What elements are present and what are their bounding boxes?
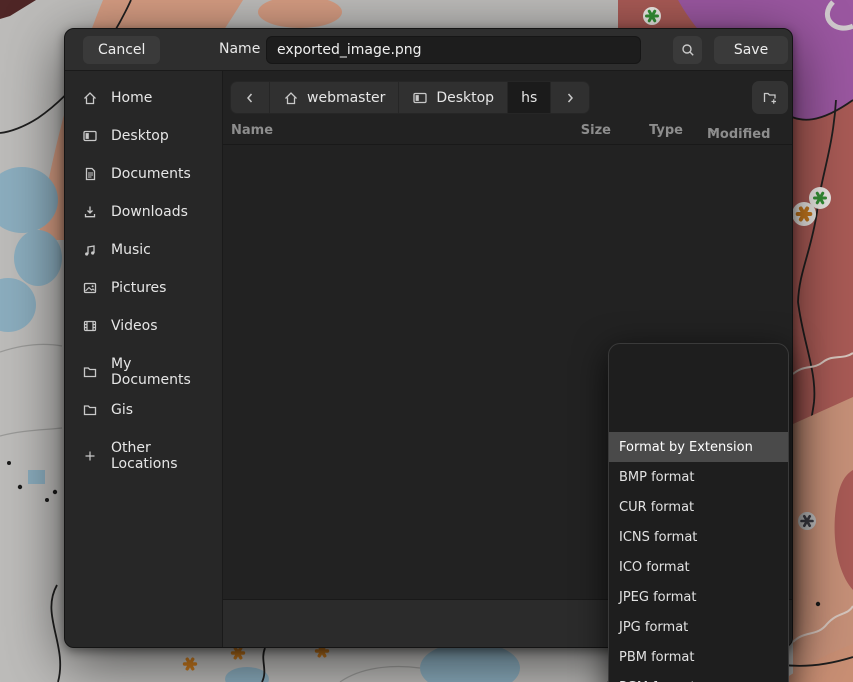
breadcrumb-segment-webmaster[interactable]: webmaster bbox=[270, 82, 399, 113]
menu-item-jpeg-format[interactable]: JPEG format bbox=[609, 582, 788, 612]
menu-spacer bbox=[609, 344, 788, 432]
chevron-left-icon bbox=[242, 90, 258, 106]
breadcrumb-label: webmaster bbox=[307, 90, 385, 106]
chevron-right-icon bbox=[562, 90, 578, 106]
new-folder-button[interactable] bbox=[752, 81, 788, 114]
file-list-header: Name Size Type Modified bbox=[223, 119, 792, 145]
home-icon bbox=[283, 90, 299, 106]
places-sidebar: Home Desktop Documents bbox=[65, 71, 223, 647]
cancel-button[interactable]: Cancel bbox=[83, 36, 160, 64]
sidebar-item-label: Videos bbox=[111, 318, 158, 334]
menu-item-bmp-format[interactable]: BMP format bbox=[609, 462, 788, 492]
menu-item-format-by-extension[interactable]: Format by Extension bbox=[609, 432, 788, 462]
sidebar-item-label: My Documents bbox=[111, 356, 205, 388]
sidebar-item-music[interactable]: Music bbox=[65, 231, 222, 269]
desktop-icon bbox=[82, 128, 98, 144]
orange-star-marker-icon bbox=[233, 648, 244, 658]
menu-item-jpg-format[interactable]: JPG format bbox=[609, 612, 788, 642]
sidebar-item-label: Music bbox=[111, 242, 151, 258]
column-header-type[interactable]: Type bbox=[627, 123, 683, 138]
orange-star-marker-icon bbox=[185, 659, 196, 669]
search-button[interactable] bbox=[673, 36, 702, 64]
path-row: webmaster Desktop hs bbox=[223, 71, 792, 119]
column-header-name[interactable]: Name bbox=[231, 123, 273, 138]
save-button[interactable]: Save bbox=[714, 36, 788, 64]
sidebar-item-other-locations[interactable]: Other Locations bbox=[65, 437, 222, 475]
image-icon bbox=[82, 280, 98, 296]
sidebar-item-desktop[interactable]: Desktop bbox=[65, 117, 222, 155]
new-folder-icon bbox=[762, 90, 778, 106]
sidebar-group-divider bbox=[65, 345, 222, 353]
menu-item-ico-format[interactable]: ICO format bbox=[609, 552, 788, 582]
sidebar-item-label: Desktop bbox=[111, 128, 169, 144]
sidebar-item-label: Documents bbox=[111, 166, 191, 182]
orange-star-marker-icon bbox=[798, 208, 811, 219]
sidebar-item-label: Downloads bbox=[111, 204, 188, 220]
breadcrumb-segment-hs[interactable]: hs bbox=[508, 82, 551, 113]
breadcrumb-label: Desktop bbox=[436, 90, 494, 106]
path-back-button[interactable] bbox=[231, 82, 270, 113]
sidebar-item-label: Pictures bbox=[111, 280, 166, 296]
plus-icon bbox=[82, 448, 98, 464]
sidebar-group-divider bbox=[65, 429, 222, 437]
sidebar-item-videos[interactable]: Videos bbox=[65, 307, 222, 345]
sidebar-item-label: Gis bbox=[111, 402, 133, 418]
desktop-icon bbox=[412, 90, 428, 106]
filename-input[interactable] bbox=[266, 36, 641, 64]
sidebar-item-pictures[interactable]: Pictures bbox=[65, 269, 222, 307]
download-icon bbox=[82, 204, 98, 220]
sidebar-item-home[interactable]: Home bbox=[65, 79, 222, 117]
sidebar-item-documents[interactable]: Documents bbox=[65, 155, 222, 193]
sidebar-item-downloads[interactable]: Downloads bbox=[65, 193, 222, 231]
film-icon bbox=[82, 318, 98, 334]
music-note-icon bbox=[82, 242, 98, 258]
sidebar-item-gis[interactable]: Gis bbox=[65, 391, 222, 429]
folder-icon bbox=[82, 402, 98, 418]
sidebar-item-label: Home bbox=[111, 90, 152, 106]
breadcrumb: webmaster Desktop hs bbox=[230, 81, 590, 114]
filename-label: Name bbox=[219, 41, 260, 57]
file-format-menu: Format by Extension BMP format CUR forma… bbox=[608, 343, 789, 682]
path-forward-button[interactable] bbox=[551, 82, 589, 113]
document-icon bbox=[82, 166, 98, 182]
dialog-headerbar: Cancel Name Save bbox=[65, 29, 792, 71]
folder-icon bbox=[82, 364, 98, 380]
menu-item-cur-format[interactable]: CUR format bbox=[609, 492, 788, 522]
breadcrumb-segment-desktop[interactable]: Desktop bbox=[399, 82, 508, 113]
home-icon bbox=[82, 90, 98, 106]
search-icon bbox=[680, 42, 696, 58]
menu-item-pbm-format[interactable]: PBM format bbox=[609, 642, 788, 672]
sort-ascending-icon bbox=[707, 127, 717, 135]
column-header-size[interactable]: Size bbox=[555, 123, 611, 138]
menu-item-pgm-format[interactable]: PGM format bbox=[609, 672, 788, 682]
sidebar-item-label: Other Locations bbox=[111, 440, 205, 472]
breadcrumb-label: hs bbox=[521, 90, 537, 106]
menu-item-icns-format[interactable]: ICNS format bbox=[609, 522, 788, 552]
sidebar-item-my-documents[interactable]: My Documents bbox=[65, 353, 222, 391]
